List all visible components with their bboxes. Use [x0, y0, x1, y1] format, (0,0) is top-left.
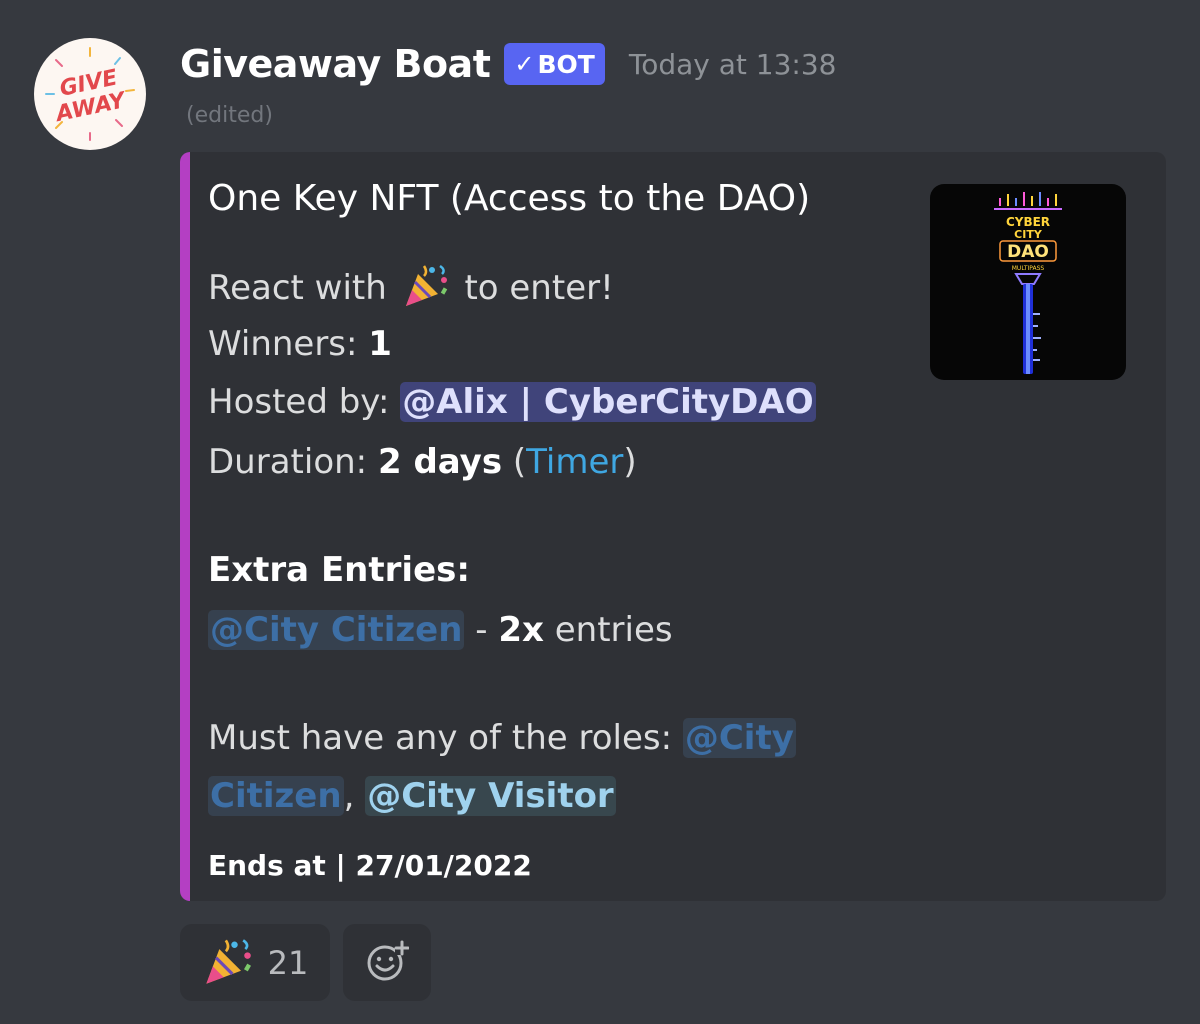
- thumb-text-city: CITY: [1014, 228, 1043, 241]
- winners-label: Winners:: [208, 324, 358, 364]
- extra-entries-heading: Extra Entries:: [208, 550, 470, 590]
- reaction-party-popper[interactable]: 21: [180, 924, 330, 1001]
- duration-line: Duration: 2 days (Timer): [208, 442, 637, 482]
- embed-accent-bar: [180, 152, 190, 901]
- paren-open: (: [512, 442, 527, 482]
- add-reaction-button[interactable]: [343, 924, 431, 1001]
- role-mention-city-visitor[interactable]: @City Visitor: [365, 776, 616, 816]
- message-timestamp[interactable]: Today at 13:38: [629, 48, 837, 81]
- paren-close: ): [623, 442, 637, 482]
- extra-entries-line: @City Citizen - 2x entries: [208, 610, 673, 650]
- add-reaction-icon: [365, 939, 410, 987]
- party-popper-icon: [402, 262, 450, 317]
- winners-line: Winners: 1: [208, 324, 392, 364]
- hosted-label: Hosted by:: [208, 382, 390, 422]
- giveaway-embed: One Key NFT (Access to the DAO) React wi…: [180, 152, 1166, 901]
- role-mention-city-citizen-part1[interactable]: @City: [682, 718, 796, 758]
- author-avatar[interactable]: GIVE AWAY: [34, 38, 146, 150]
- message-header: Giveaway Boat ✓ BOT Today at 13:38: [180, 42, 836, 86]
- extra-separator: -: [475, 610, 488, 650]
- required-roles-line: Must have any of the roles: @City: [208, 718, 796, 758]
- roles-comma: ,: [343, 776, 355, 816]
- react-prefix: React with: [208, 268, 387, 308]
- react-instruction: React with to enter!: [208, 262, 614, 317]
- author-name[interactable]: Giveaway Boat: [180, 42, 491, 86]
- embed-thumbnail[interactable]: CYBER CITY DAO MULTIPASS: [930, 184, 1126, 380]
- embed-footer: Ends at | 27/01/2022: [208, 849, 532, 882]
- bot-badge-label: BOT: [537, 49, 595, 79]
- duration-value: 2 days: [377, 442, 503, 482]
- extra-multiplier: 2x: [498, 610, 544, 650]
- verified-check-icon: ✓: [514, 50, 535, 78]
- timer-link[interactable]: Timer: [526, 442, 623, 482]
- bot-badge: ✓ BOT: [504, 43, 605, 85]
- hosted-by-line: Hosted by: @Alix | CyberCityDAO: [208, 382, 816, 422]
- party-popper-icon: [202, 936, 254, 990]
- role-mention-city-citizen[interactable]: @City Citizen: [208, 610, 465, 650]
- thumb-text-dao: DAO: [1007, 242, 1049, 262]
- duration-label: Duration:: [208, 442, 368, 482]
- winners-value: 1: [368, 324, 392, 364]
- edited-label: (edited): [186, 103, 273, 128]
- extra-suffix: entries: [554, 610, 673, 650]
- host-mention[interactable]: @Alix | CyberCityDAO: [400, 382, 816, 422]
- role-mention-city-citizen-part2[interactable]: Citizen: [208, 776, 344, 816]
- required-roles-line-2: Citizen, @City Visitor: [208, 776, 616, 816]
- reaction-count: 21: [267, 943, 309, 982]
- react-suffix: to enter!: [464, 268, 614, 308]
- roles-prefix: Must have any of the roles:: [208, 718, 673, 758]
- thumb-text-multipass: MULTIPASS: [1012, 265, 1045, 272]
- embed-title: One Key NFT (Access to the DAO): [208, 178, 811, 219]
- thumb-text-cyber: CYBER: [1006, 215, 1050, 229]
